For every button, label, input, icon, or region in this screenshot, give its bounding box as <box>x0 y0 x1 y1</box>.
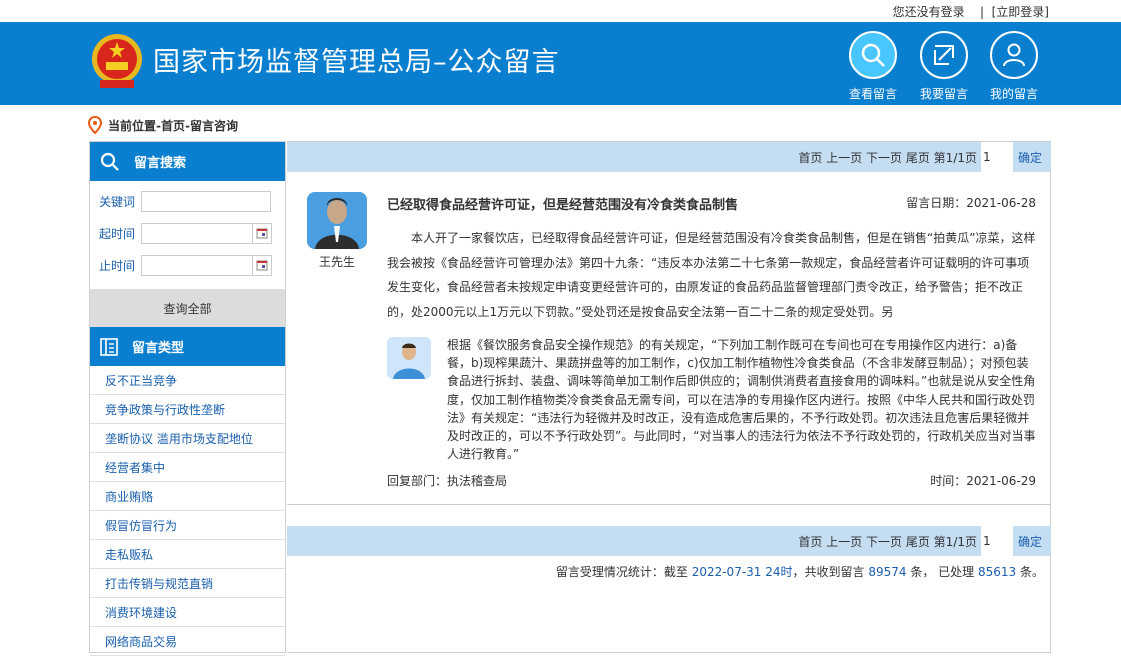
category-item[interactable]: 打击传销与规范直销 <box>90 569 285 598</box>
page-input[interactable]: 1 <box>981 526 1013 556</box>
end-time-row: 止时间 <box>90 249 285 281</box>
category-item[interactable]: 商业贿赂 <box>90 482 285 511</box>
end-time-input[interactable] <box>141 254 253 276</box>
reply-avatar <box>387 337 431 379</box>
category-item[interactable]: 网络商品交易 <box>90 627 285 656</box>
category-item[interactable]: 假冒仿冒行为 <box>90 511 285 540</box>
my-messages-label: 我的留言 <box>989 87 1038 101</box>
pager-links[interactable]: 首页 上一页 下一页 尾页 第1/1页 <box>798 149 977 166</box>
view-messages-button[interactable]: 查看留言 <box>843 31 903 102</box>
leave-message-button[interactable]: 我要留言 <box>914 31 974 102</box>
separator: | <box>979 5 984 19</box>
edit-icon <box>934 45 954 65</box>
stats-suffix: 条。 <box>1016 565 1044 579</box>
keyword-row: 关键词 <box>90 185 285 217</box>
start-time-input[interactable] <box>141 222 253 244</box>
main-content: 首页 上一页 下一页 尾页 第1/1页 1 确定 王先生 已经取得食品经营许可证… <box>287 141 1051 653</box>
top-bar: 您还没有登录 | [立即登录] <box>0 0 1121 22</box>
national-emblem-icon <box>92 34 142 88</box>
calendar-icon[interactable] <box>253 254 272 276</box>
header: 国家市场监督管理总局–公众留言 查看留言 我要留言 我的留言 <box>0 22 1121 105</box>
leave-message-label: 我要留言 <box>919 87 968 101</box>
site-title: 国家市场监督管理总局–公众留言 <box>153 47 560 78</box>
search-panel-header: 留言搜索 <box>90 142 285 181</box>
user-name: 王先生 <box>318 255 355 269</box>
confirm-button[interactable]: 确定 <box>1013 142 1047 172</box>
keyword-label: 关键词 <box>99 194 136 209</box>
view-messages-label: 查看留言 <box>848 87 897 101</box>
confirm-button[interactable]: 确定 <box>1013 526 1047 556</box>
reply-time: 时间：2021-06-29 <box>930 474 1036 488</box>
category-item[interactable]: 消费环境建设 <box>90 598 285 627</box>
login-link[interactable]: [立即登录] <box>992 5 1049 19</box>
category-item[interactable]: 走私贩私 <box>90 540 285 569</box>
stats-processed: 85613 <box>977 565 1017 579</box>
official-avatar-icon <box>387 337 431 379</box>
sidebar: 留言搜索 关键词 起时间 止时间 查询全部 留言类型 反不正当竞争 竞争政策与行… <box>89 141 286 656</box>
category-item[interactable]: 垄断协议 滥用市场支配地位 <box>90 424 285 453</box>
reply-department: 回复部门：执法稽查局 <box>387 474 508 488</box>
login-status: 您还没有登录 <box>892 5 965 19</box>
category-item[interactable]: 竞争政策与行政性垄断 <box>90 395 285 424</box>
statistics: 留言受理情况统计：截至 2022-07-31 24时，共收到留言 89574 条… <box>556 563 1044 580</box>
user-icon <box>1003 43 1025 67</box>
message-date: 留言日期：2021-06-28 <box>906 196 1036 210</box>
pager-links[interactable]: 首页 上一页 下一页 尾页 第1/1页 <box>798 533 977 550</box>
divider <box>287 504 1051 505</box>
list-icon <box>100 337 118 356</box>
search-icon <box>100 152 119 171</box>
search-panel-title: 留言搜索 <box>134 156 187 171</box>
start-time-row: 起时间 <box>90 217 285 249</box>
login-area: 您还没有登录 | [立即登录] <box>893 3 1049 20</box>
category-item[interactable]: 反不正当竞争 <box>90 366 285 395</box>
type-panel-header: 留言类型 <box>90 327 285 366</box>
message-title: 已经取得食品经营许可证，但是经营范围没有冷食类食品制售 <box>387 198 739 213</box>
stats-mid1: ，共收到留言 <box>792 565 869 579</box>
category-item[interactable]: 经营者集中 <box>90 453 285 482</box>
my-messages-button[interactable]: 我的留言 <box>984 31 1044 102</box>
page-input[interactable]: 1 <box>981 142 1013 172</box>
type-panel-title: 留言类型 <box>132 341 185 356</box>
stats-date: 2022-07-31 24时 <box>691 565 793 579</box>
user-avatar-icon <box>307 192 367 249</box>
end-time-label: 止时间 <box>99 258 136 273</box>
pager-bottom: 首页 上一页 下一页 尾页 第1/1页 1 确定 <box>287 526 1051 556</box>
message-body: 本人开了一家餐饮店，已经取得食品经营许可证，但是经营范围没有冷食类食品制售，但是… <box>387 231 1036 319</box>
calendar-icon[interactable] <box>253 222 272 244</box>
stats-received: 89574 <box>868 565 907 579</box>
stats-mid2: 条， 已处理 <box>906 565 978 579</box>
start-time-label: 起时间 <box>99 226 136 241</box>
breadcrumb-text: 当前位置-首页-留言咨询 <box>108 118 238 133</box>
pager-top: 首页 上一页 下一页 尾页 第1/1页 1 确定 <box>287 142 1051 172</box>
stats-prefix: 留言受理情况统计：截至 <box>555 565 692 579</box>
avatar <box>307 192 367 249</box>
query-all-button[interactable]: 查询全部 <box>90 289 285 327</box>
location-pin-icon <box>88 116 102 134</box>
search-icon <box>861 43 885 67</box>
breadcrumb: 当前位置-首页-留言咨询 <box>88 116 238 134</box>
keyword-input[interactable] <box>141 190 271 212</box>
reply-body: 根据《餐饮服务食品安全操作规范》的有关规定，“下列加工制作既可在专间也可在专用操… <box>447 338 1036 462</box>
